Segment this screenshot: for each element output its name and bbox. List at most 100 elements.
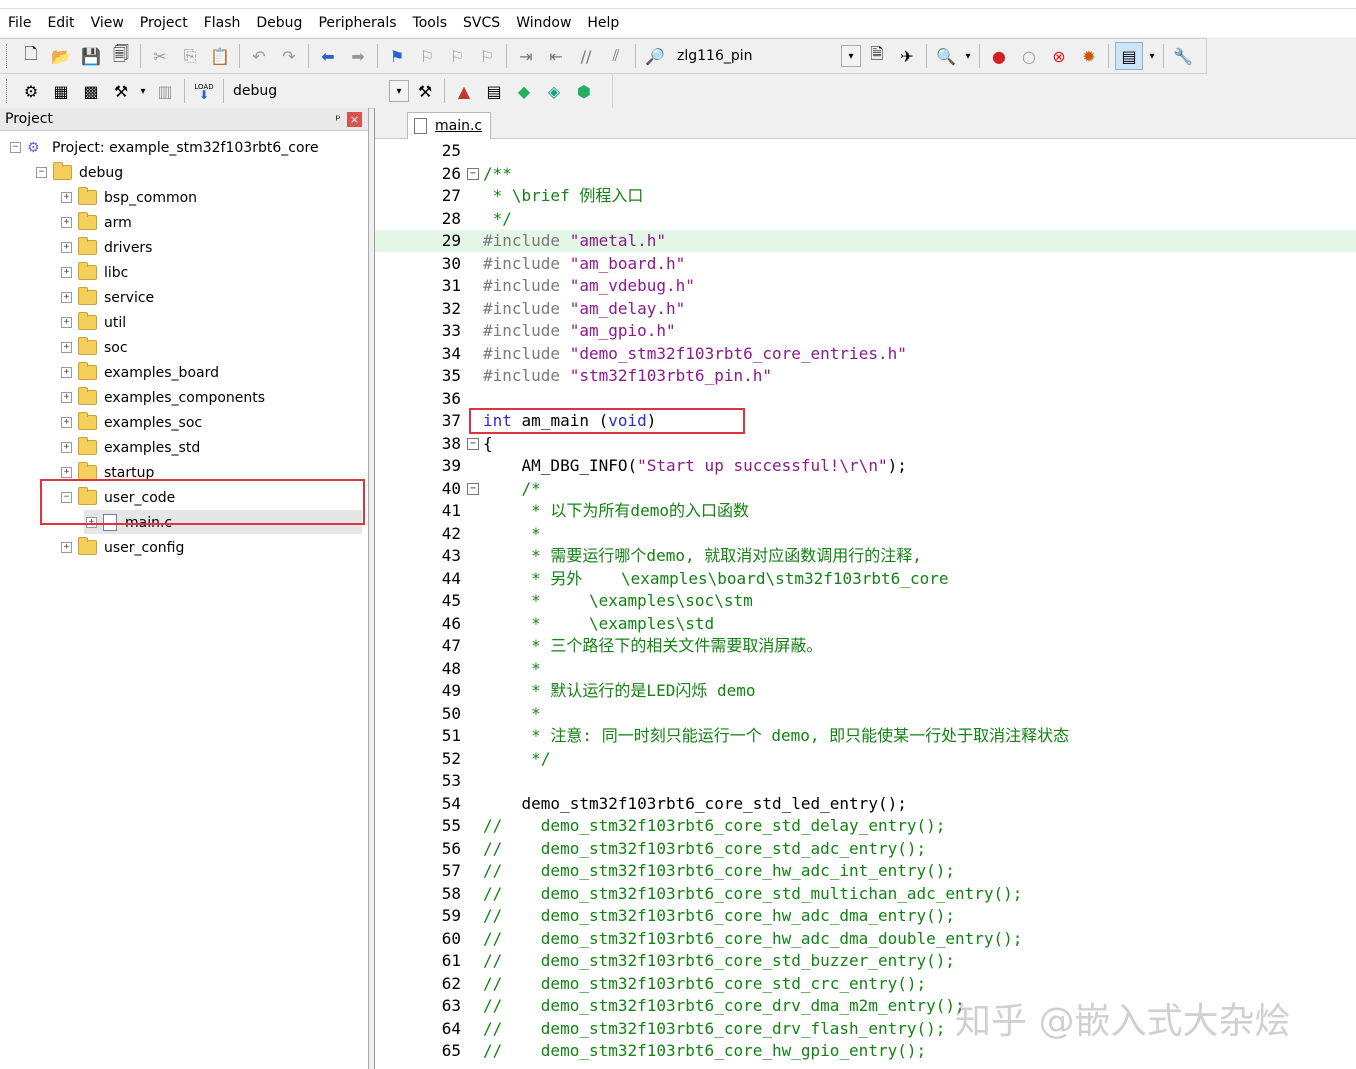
unindent-icon[interactable]: ⇤ (543, 43, 569, 69)
code-line[interactable]: 47 * 三个路径下的相关文件需要取消屏蔽。 (375, 635, 1356, 657)
code-line[interactable]: 57 // demo_stm32f103rbt6_core_hw_adc_int_… (375, 860, 1356, 882)
tree-folder-drivers[interactable]: + drivers (61, 235, 152, 260)
code-line[interactable]: 49 * 默认运行的是LED闪烁 demo (375, 680, 1356, 702)
chevron-down-icon[interactable]: ▾ (841, 45, 861, 67)
undo-icon[interactable]: ↶ (246, 43, 272, 69)
expand-icon[interactable]: + (61, 192, 72, 203)
code-line[interactable]: 39 AM_DBG_INFO("Start up successful!\r\n… (375, 455, 1356, 477)
menu-flash[interactable]: Flash (196, 9, 249, 37)
bookmark-prev-icon[interactable]: ⚐ (414, 43, 440, 69)
expand-icon[interactable]: + (61, 467, 72, 478)
chevron-down-icon[interactable]: ▾ (1147, 43, 1157, 69)
code-line[interactable]: 31 #include "am_vdebug.h" (375, 275, 1356, 297)
incremental-find-icon[interactable]: ✈ (894, 43, 920, 69)
close-icon[interactable]: × (347, 111, 362, 127)
find-in-files-icon[interactable]: 🔎 (642, 43, 668, 69)
collapse-icon[interactable]: − (36, 167, 47, 178)
code-line[interactable]: 51 * 注意: 同一时刻只能运行一个 demo, 即只能使某一行处于取消注释状… (375, 725, 1356, 747)
code-line[interactable]: 48 * (375, 658, 1356, 680)
code-line[interactable]: 26−/** (375, 163, 1356, 185)
code-line[interactable]: 27 * \brief 例程入口 (375, 185, 1356, 207)
tree-folder-arm[interactable]: + arm (61, 210, 132, 235)
window-layout-icon[interactable]: ▤ (1115, 42, 1143, 70)
tree-target-debug[interactable]: − debug (36, 160, 123, 185)
copy-icon[interactable]: ⎘ (177, 43, 203, 69)
expand-icon[interactable]: + (61, 442, 72, 453)
paste-icon[interactable]: 📋 (207, 43, 233, 69)
code-line[interactable]: 40− /* (375, 478, 1356, 500)
tree-folder-service[interactable]: + service (61, 285, 154, 310)
fold-toggle-icon[interactable]: − (467, 167, 479, 180)
select-software-packs-icon[interactable]: ◈ (541, 78, 567, 104)
code-line[interactable]: 42 * (375, 523, 1356, 545)
new-file-icon[interactable]: 🗋 (18, 43, 44, 69)
menu-project[interactable]: Project (132, 9, 196, 37)
code-line[interactable]: 56 // demo_stm32f103rbt6_core_std_adc_ent… (375, 838, 1356, 860)
build-icon[interactable]: ▦ (48, 78, 74, 104)
tree-folder-libc[interactable]: + libc (61, 260, 128, 285)
tree-folder-util[interactable]: + util (61, 310, 126, 335)
code-line[interactable]: 25 (375, 140, 1356, 162)
toolbar-grip[interactable] (6, 44, 10, 68)
chevron-down-icon[interactable]: ▾ (138, 78, 148, 104)
fold-toggle-icon[interactable]: − (467, 437, 479, 450)
code-line[interactable]: 29 #include "ametal.h" (375, 230, 1356, 252)
menu-tools[interactable]: Tools (405, 9, 456, 37)
tree-folder-examples-soc[interactable]: + examples_soc (61, 410, 202, 435)
pin-icon[interactable]: ᵖ (329, 112, 347, 126)
manage-components-icon[interactable]: ▲ (451, 78, 477, 104)
expand-icon[interactable]: + (61, 367, 72, 378)
code-line[interactable]: 30 #include "am_board.h" (375, 253, 1356, 275)
tree-folder-soc[interactable]: + soc (61, 335, 128, 360)
menu-help[interactable]: Help (579, 9, 627, 37)
code-line[interactable]: 54 demo_stm32f103rbt6_core_std_led_entry… (375, 793, 1356, 815)
code-line[interactable]: 53 (375, 770, 1356, 792)
comment-icon[interactable]: // (573, 43, 599, 69)
expand-icon[interactable]: + (61, 242, 72, 253)
code-line[interactable]: 36 (375, 388, 1356, 410)
menu-peripherals[interactable]: Peripherals (310, 9, 404, 37)
toolbar-grip[interactable] (6, 79, 10, 103)
expand-icon[interactable]: + (61, 342, 72, 353)
tree-project-root[interactable]: − ⚙ Project: example_stm32f103rbt6_core (10, 135, 319, 160)
tab-main-c[interactable]: main.c (407, 112, 491, 139)
build-target-combo[interactable]: debug ▾ (228, 79, 410, 103)
indent-icon[interactable]: ⇥ (513, 43, 539, 69)
chevron-down-icon[interactable]: ▾ (389, 80, 409, 102)
expand-icon[interactable]: + (61, 417, 72, 428)
tree-folder-user-config[interactable]: + user_config (61, 535, 184, 560)
menu-edit[interactable]: Edit (39, 9, 82, 37)
code-line[interactable]: 41 * 以下为所有demo的入口函数 (375, 500, 1356, 522)
file-extensions-icon[interactable]: ▤ (481, 78, 507, 104)
uncomment-icon[interactable]: ⫽ (603, 43, 629, 69)
bookmark-clear-icon[interactable]: ⚐ (474, 43, 500, 69)
code-area[interactable]: 25 26−/** 27 * \brief 例程入口 28 */29 #include … (375, 139, 1356, 1069)
chevron-down-icon[interactable]: ▾ (963, 43, 973, 69)
code-line[interactable]: 35 #include "stm32f103rbt6_pin.h" (375, 365, 1356, 387)
expand-icon[interactable]: + (61, 392, 72, 403)
code-line[interactable]: 45 * \examples\soc\stm (375, 590, 1356, 612)
collapse-icon[interactable]: − (10, 142, 21, 153)
configure-icon[interactable]: 🔧 (1170, 43, 1196, 69)
expand-icon[interactable]: + (61, 267, 72, 278)
debug-start-icon[interactable]: 🔍 (933, 43, 959, 69)
target-options-icon[interactable]: ⚒ (412, 78, 438, 104)
load-icon[interactable]: LOAD ⬇ (191, 78, 217, 104)
code-line[interactable]: 62 // demo_stm32f103rbt6_core_std_crc_ent… (375, 973, 1356, 995)
bookmark-next-icon[interactable]: ⚐ (444, 43, 470, 69)
breakpoint-icon[interactable]: ● (986, 43, 1012, 69)
code-line[interactable]: 34 #include "demo_stm32f103rbt6_core_entr… (375, 343, 1356, 365)
run-time-environment-icon[interactable]: ⬢ (571, 78, 597, 104)
code-line[interactable]: 38−{ (375, 433, 1356, 455)
breakpoint-disable-icon[interactable]: ○ (1016, 43, 1042, 69)
menu-file[interactable]: File (0, 9, 39, 37)
tree-folder-bsp-common[interactable]: + bsp_common (61, 185, 197, 210)
pack-installer-icon[interactable]: ◆ (511, 78, 537, 104)
fold-toggle-icon[interactable]: − (467, 482, 479, 495)
code-line[interactable]: 32 #include "am_delay.h" (375, 298, 1356, 320)
bookmark-icon[interactable]: ⚑ (384, 43, 410, 69)
code-line[interactable]: 65 // demo_stm32f103rbt6_core_hw_gpio_ent… (375, 1040, 1356, 1062)
tree-folder-examples-board[interactable]: + examples_board (61, 360, 219, 385)
breakpoint-kill-all-icon[interactable]: ✹ (1076, 43, 1102, 69)
code-line[interactable]: 52 */ (375, 748, 1356, 770)
